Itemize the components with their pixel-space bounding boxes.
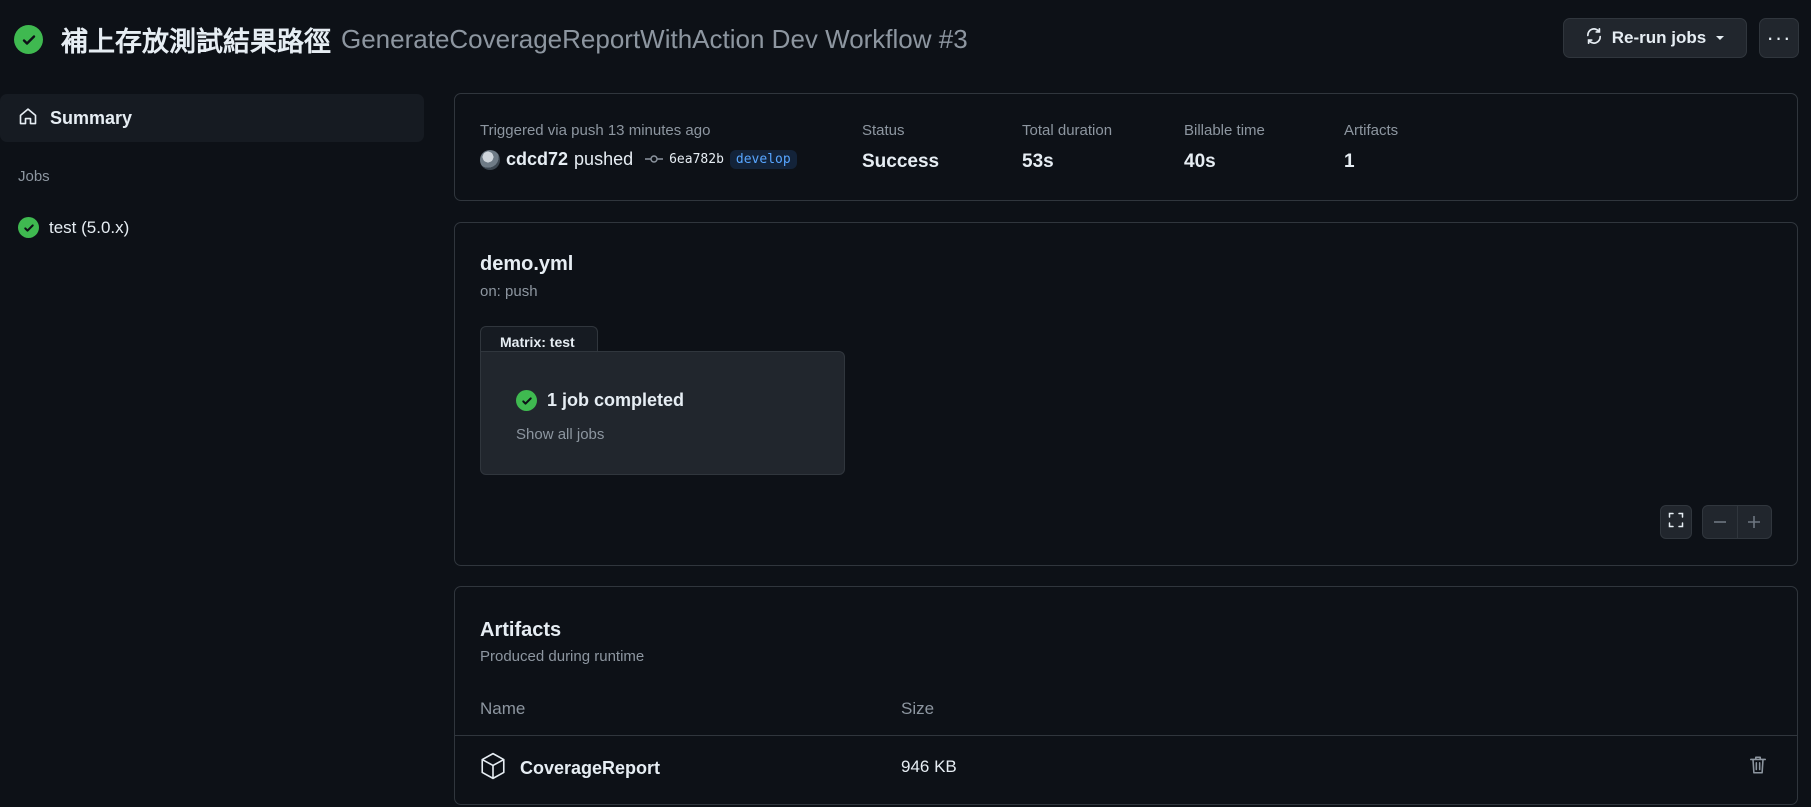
zoom-in-button[interactable] xyxy=(1736,506,1772,538)
minus-icon xyxy=(1713,509,1727,535)
workflow-trigger: on: push xyxy=(480,283,538,300)
column-header-name: Name xyxy=(480,699,526,718)
jobs-heading: Jobs xyxy=(18,168,50,185)
package-icon xyxy=(480,752,506,785)
status-value: Success xyxy=(862,151,940,172)
push-details: cdcd72 pushed 6ea782b develop xyxy=(480,149,797,170)
duration-label: Total duration xyxy=(1022,122,1113,139)
run-info-panel: Triggered via push 13 minutes ago cdcd72… xyxy=(454,93,1798,201)
sidebar-item-job[interactable]: test (5.0.x) xyxy=(18,217,129,238)
fullscreen-icon xyxy=(1668,512,1684,533)
artifact-row: CoverageReport xyxy=(480,752,660,785)
status-info: Status Success xyxy=(862,122,939,173)
matrix-label: Matrix: test xyxy=(480,326,598,354)
push-action: pushed xyxy=(574,149,634,169)
workflow-graph-panel: demo.yml on: push Matrix: test 1 job com… xyxy=(454,222,1798,566)
zoom-out-button[interactable] xyxy=(1703,506,1737,538)
branch-badge[interactable]: develop xyxy=(729,150,797,169)
delete-artifact-button[interactable] xyxy=(1749,755,1767,780)
check-circle-icon xyxy=(18,217,39,238)
artifact-size: 946 KB xyxy=(901,757,957,776)
zoom-controls xyxy=(1702,505,1772,539)
workflow-title: GenerateCoverageReportWithAction Dev Wor… xyxy=(341,24,968,54)
avatar[interactable] xyxy=(480,149,500,170)
commit-title: 補上存放測試結果路徑 xyxy=(61,27,331,57)
column-header-size: Size xyxy=(901,699,935,718)
rerun-jobs-label: Re-run jobs xyxy=(1611,28,1707,47)
table-divider xyxy=(455,735,1797,736)
show-all-jobs-link[interactable]: Show all jobs xyxy=(516,426,604,443)
fullscreen-button[interactable] xyxy=(1660,505,1692,539)
sidebar-item-summary[interactable]: Summary xyxy=(0,94,424,142)
trash-icon xyxy=(1749,756,1767,779)
artifact-name-link[interactable]: CoverageReport xyxy=(520,758,660,779)
user-link[interactable]: cdcd72 xyxy=(506,149,568,170)
more-options-button[interactable]: ··· xyxy=(1759,18,1799,58)
run-header: 補上存放測試結果路徑 GenerateCoverageReportWithAct… xyxy=(0,0,1811,78)
artifacts-count[interactable]: 1 xyxy=(1344,151,1398,173)
matrix-job-card[interactable]: 1 job completed Show all jobs xyxy=(480,351,845,475)
trigger-info: Triggered via push 13 minutes ago cdcd72… xyxy=(480,122,797,170)
completed-text: 1 job completed xyxy=(547,390,685,410)
duration-value[interactable]: 53s xyxy=(1022,151,1112,173)
billable-value: 40s xyxy=(1184,151,1216,172)
sidebar-item-label: Summary xyxy=(50,107,133,128)
status-label: Status xyxy=(862,122,905,139)
run-title: 補上存放測試結果路徑 GenerateCoverageReportWithAct… xyxy=(14,20,968,59)
billable-label: Billable time xyxy=(1184,122,1265,139)
artifacts-panel: Artifacts Produced during runtime Name S… xyxy=(454,586,1798,805)
plus-icon xyxy=(1747,509,1761,535)
artifacts-info: Artifacts 1 xyxy=(1344,122,1398,173)
check-circle-icon xyxy=(14,25,43,54)
artifacts-label: Artifacts xyxy=(1344,122,1399,139)
trigger-text: Triggered via push 13 minutes ago xyxy=(480,122,711,139)
check-circle-icon xyxy=(516,390,537,411)
workflow-file-name[interactable]: demo.yml xyxy=(480,253,573,276)
git-commit-icon xyxy=(645,149,664,170)
caret-down-icon xyxy=(1715,28,1725,48)
sidebar-item-label: test (5.0.x) xyxy=(49,217,130,237)
commit-sha-link[interactable]: 6ea782b xyxy=(669,152,724,167)
duration-info: Total duration 53s xyxy=(1022,122,1112,173)
home-icon xyxy=(18,106,38,131)
kebab-horizontal-icon: ··· xyxy=(1766,25,1792,50)
billable-info: Billable time 40s xyxy=(1184,122,1265,173)
artifacts-title: Artifacts xyxy=(480,619,562,641)
sync-icon xyxy=(1585,27,1603,50)
job-completed-status: 1 job completed xyxy=(516,390,684,411)
rerun-jobs-button[interactable]: Re-run jobs xyxy=(1563,18,1747,58)
artifacts-subtitle: Produced during runtime xyxy=(480,648,645,665)
